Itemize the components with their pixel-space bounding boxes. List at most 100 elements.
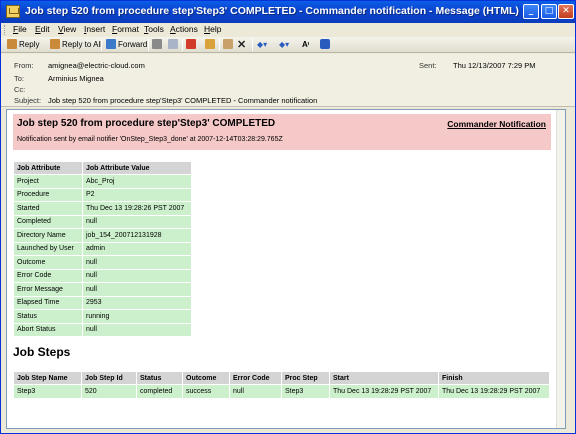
table-row: Completed null: [14, 215, 191, 228]
toolbar-separator: [182, 39, 183, 51]
next-button[interactable]: ◆▾: [279, 38, 289, 52]
table-row: Error Code null: [14, 269, 191, 282]
menu-help[interactable]: Help: [204, 24, 221, 34]
reply-all-label: Reply to All: [62, 40, 103, 49]
commander-notification-link[interactable]: Commander Notification: [447, 119, 546, 129]
attribute-name: Completed: [14, 215, 82, 228]
table-row: Error Message null: [14, 283, 191, 296]
column-header: Job Attribute: [14, 162, 82, 174]
attribute-value: null: [83, 215, 191, 228]
font-size-button[interactable]: Aᶦ: [302, 38, 309, 52]
minimize-button[interactable]: _: [523, 4, 539, 19]
sent-label: Sent:: [419, 61, 437, 70]
message-header: From: amignea@electric-cloud.com Sent: T…: [1, 54, 575, 107]
menu-file[interactable]: File: [13, 24, 27, 34]
attribute-value: 2953: [83, 296, 191, 309]
attribute-value: Thu Dec 13 19:28:26 PST 2007: [83, 202, 191, 215]
column-header: Start: [330, 372, 438, 384]
proc-step-cell: Step3: [282, 385, 329, 398]
message-window: Job step 520 from procedure step'Step3' …: [0, 0, 576, 434]
from-value[interactable]: amignea@electric-cloud.com: [48, 61, 145, 70]
attribute-name: Launched by User: [14, 242, 82, 255]
attribute-name: Procedure: [14, 188, 82, 201]
attribute-name: Elapsed Time: [14, 296, 82, 309]
menu-format[interactable]: Format: [112, 24, 139, 34]
help-button[interactable]: [320, 38, 332, 52]
column-header: Finish: [439, 372, 549, 384]
categories-icon: [205, 39, 215, 49]
job-attributes-table: Job Attribute Job Attribute Value Projec…: [13, 161, 192, 337]
close-button[interactable]: ✕: [558, 4, 574, 19]
delete-icon: ✕: [237, 39, 247, 51]
envelope-icon: [6, 5, 20, 18]
menu-actions[interactable]: Actions: [170, 24, 198, 34]
address-book-button[interactable]: [223, 38, 235, 52]
toolbar-separator: [252, 39, 253, 51]
message-body[interactable]: Job step 520 from procedure step'Step3' …: [6, 109, 566, 429]
attribute-name: Started: [14, 202, 82, 215]
reply-label: Reply: [19, 40, 40, 49]
attribute-name: Project: [14, 175, 82, 188]
job-steps-table: Job Step Name Job Step Id Status Outcome…: [13, 371, 550, 399]
next-icon: ◆▾: [279, 40, 290, 49]
attribute-value: admin: [83, 242, 191, 255]
print-icon: [152, 39, 162, 49]
attribute-name: Error Code: [14, 269, 82, 282]
previous-button[interactable]: ◆▾: [257, 38, 267, 52]
sent-value: Thu 12/13/2007 7:29 PM: [453, 61, 536, 70]
flag-button[interactable]: [186, 38, 198, 52]
categories-button[interactable]: [205, 38, 217, 52]
job-steps-heading: Job Steps: [13, 345, 71, 359]
reply-all-icon: [50, 39, 60, 49]
maximize-button[interactable]: □: [541, 4, 557, 19]
menu-view[interactable]: View: [58, 24, 76, 34]
address-book-icon: [223, 39, 233, 49]
to-value[interactable]: Arminius Mignea: [48, 74, 104, 83]
subject-value: Job step 520 from procedure step'Step3' …: [48, 96, 318, 105]
column-header: Proc Step: [282, 372, 329, 384]
title-bar[interactable]: Job step 520 from procedure step'Step3' …: [1, 1, 575, 23]
attribute-value: null: [83, 256, 191, 269]
reply-button[interactable]: Reply: [7, 38, 39, 52]
menu-bar: File Edit View Insert Format Tools Actio…: [1, 23, 575, 37]
table-header-row: Job Attribute Job Attribute Value: [14, 162, 191, 174]
message-title: Job step 520 from procedure step'Step3' …: [17, 118, 276, 129]
attribute-name: Status: [14, 310, 82, 323]
attribute-value: null: [83, 283, 191, 296]
menu-edit[interactable]: Edit: [35, 24, 50, 34]
from-label: From:: [14, 61, 34, 70]
attribute-name: Abort Status: [14, 323, 82, 336]
move-button[interactable]: [168, 38, 180, 52]
table-row: Outcome null: [14, 256, 191, 269]
table-row: Status running: [14, 310, 191, 323]
forward-icon: [106, 39, 116, 49]
step-start-cell: Thu Dec 13 19:28:29 PST 2007: [330, 385, 438, 398]
cc-label: Cc:: [14, 85, 26, 94]
toolbar-separator: [219, 39, 220, 51]
menu-grip: [4, 25, 7, 35]
vertical-scrollbar[interactable]: [556, 110, 565, 428]
toolbar: Reply Reply to All Forward ✕ ◆▾ ◆▾ Aᶦ: [1, 37, 575, 53]
step-finish-cell: Thu Dec 13 19:28:29 PST 2007: [439, 385, 549, 398]
step-id-cell: 520: [82, 385, 136, 398]
menu-tools[interactable]: Tools: [144, 24, 164, 34]
toolbar-separator: [148, 39, 149, 51]
toolbar-separator: [101, 39, 102, 51]
flag-icon: [186, 39, 196, 49]
forward-label: Forward: [118, 40, 148, 49]
print-button[interactable]: [152, 38, 164, 52]
move-icon: [168, 39, 178, 49]
notifier-note: Notification sent by email notifier 'OnS…: [17, 136, 283, 143]
table-row: Elapsed Time 2953: [14, 296, 191, 309]
reply-all-button[interactable]: Reply to All: [50, 38, 102, 52]
reply-icon: [7, 39, 17, 49]
table-row: Project Abc_Proj: [14, 175, 191, 188]
attribute-value: null: [83, 269, 191, 282]
step-outcome-cell: success: [183, 385, 229, 398]
forward-button[interactable]: Forward: [106, 38, 147, 52]
to-label: To:: [14, 74, 25, 83]
attribute-value: P2: [83, 188, 191, 201]
window-title: Job step 520 from procedure step'Step3' …: [25, 5, 519, 17]
delete-button[interactable]: ✕: [237, 38, 246, 52]
menu-insert[interactable]: Insert: [84, 24, 105, 34]
